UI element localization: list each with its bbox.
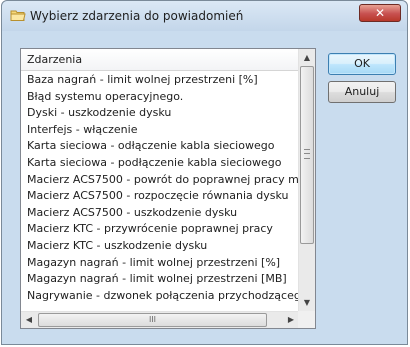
list-item[interactable]: Interfejs - włączenie [21,122,299,139]
list-item[interactable]: Karta sieciowa - podłączenie kabla sieci… [21,155,299,172]
folder-icon [10,10,26,21]
scroll-left-arrow-icon[interactable]: ◀ [21,312,37,328]
list-item[interactable]: Magazyn nagrań - limit wolnej przestrzen… [21,271,299,288]
column-header-events[interactable]: Zdarzenia [21,49,299,71]
scroll-right-arrow-icon[interactable]: ▶ [283,312,299,328]
list-item[interactable]: Magazyn nagrań - limit wolnej przestrzen… [21,255,299,272]
close-button[interactable]: ✕ [359,4,401,22]
events-list[interactable]: Zdarzenia Baza nagrań - limit wolnej prz… [20,48,316,329]
horizontal-scrollbar[interactable]: ◀ III ▶ [21,311,299,328]
vertical-scroll-thumb[interactable] [300,66,314,244]
list-rows: Baza nagrań - limit wolnej przestrzeni [… [21,72,299,304]
scroll-up-arrow-icon[interactable]: ▲ [299,49,315,66]
ok-button[interactable]: OK [328,53,396,75]
window-title: Wybierz zdarzenia do powiadomień [30,9,244,23]
cancel-button[interactable]: Anuluj [328,81,396,103]
horizontal-scroll-thumb[interactable]: III [38,313,267,327]
list-item[interactable]: Błąd systemu operacyjnego. [21,89,299,106]
list-item[interactable]: Macierz ACS7500 - powrót do poprawnej pr… [21,172,299,189]
list-item[interactable]: Macierz KTC - przywrócenie poprawnej pra… [21,221,299,238]
grip-icon [304,149,310,159]
list-item[interactable]: Macierz ACS7500 - rozpoczęcie równania d… [21,188,299,205]
list-item[interactable]: Karta sieciowa - odłączenie kabla siecio… [21,138,299,155]
vertical-scrollbar[interactable]: ▲ ▼ [298,49,315,311]
list-item[interactable]: Nagrywanie - dzwonek połączenia przychod… [21,288,299,305]
column-header-label: Zdarzenia [27,53,83,66]
scroll-corner [298,311,315,328]
list-item[interactable]: Macierz ACS7500 - uszkodzenie dysku [21,205,299,222]
list-item[interactable]: Baza nagrań - limit wolnej przestrzeni [… [21,72,299,89]
title-bar[interactable]: Wybierz zdarzenia do powiadomień ✕ [2,1,407,31]
scroll-down-arrow-icon[interactable]: ▼ [299,294,315,311]
list-item[interactable]: Dyski - uszkodzenie dysku [21,105,299,122]
list-item[interactable]: Macierz KTC - uszkodzenie dysku [21,238,299,255]
